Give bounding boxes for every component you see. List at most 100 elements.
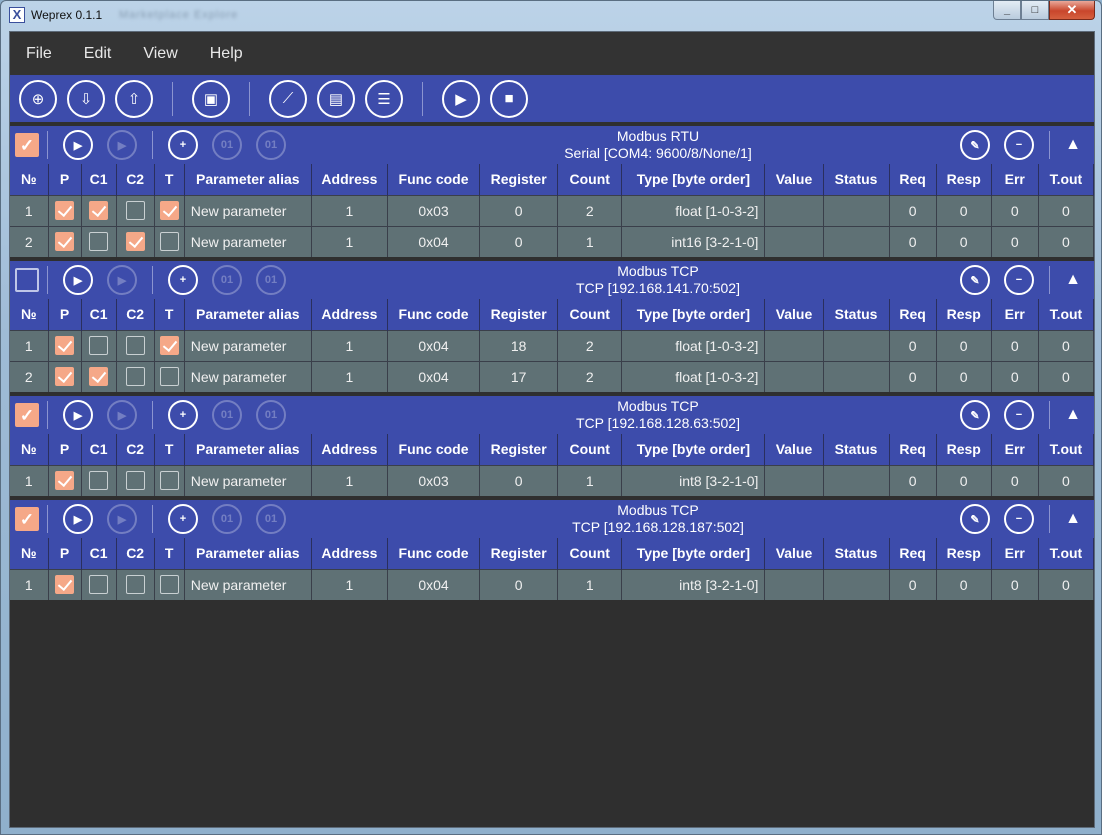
edit-parameter-icon[interactable]: 01	[256, 400, 286, 430]
column-header[interactable]: C2	[116, 538, 155, 569]
start-device-icon[interactable]: ▶	[63, 265, 93, 295]
start-device-icon[interactable]: ▶	[63, 504, 93, 534]
poll-cell[interactable]	[48, 329, 82, 361]
start-device-icon[interactable]: ▶	[63, 400, 93, 430]
column-header[interactable]: №	[10, 299, 49, 330]
table-checkbox[interactable]	[159, 336, 179, 355]
column-header[interactable]: T	[154, 299, 185, 330]
start-device-icon[interactable]: ▶	[63, 130, 93, 160]
chart1-cell[interactable]	[81, 464, 117, 496]
column-header[interactable]: Status	[823, 538, 890, 569]
chart2-cell[interactable]	[116, 464, 155, 496]
column-header[interactable]: C1	[81, 299, 117, 330]
device-settings-icon[interactable]: ✎	[960, 504, 990, 534]
chart1-cell[interactable]	[81, 225, 117, 257]
column-header[interactable]: C1	[81, 164, 117, 195]
column-header[interactable]: Type [byte order]	[621, 299, 766, 330]
stop-device-icon[interactable]: ▶	[107, 130, 137, 160]
menu-help[interactable]: Help	[194, 32, 259, 75]
chart-view-icon[interactable]: ⟋	[269, 79, 307, 118]
table-row[interactable]: 2 New parameter 1 0x04 17 2 float [1-0-3-2] 0 0 0…	[10, 360, 1094, 392]
table-checkbox[interactable]	[159, 575, 179, 595]
column-header[interactable]: №	[10, 538, 49, 569]
column-header[interactable]: Address	[311, 299, 388, 330]
column-header[interactable]: Resp	[936, 538, 992, 569]
column-header[interactable]: Req	[889, 538, 937, 569]
stop-device-icon[interactable]: ▶	[107, 400, 137, 430]
menu-view[interactable]: View	[127, 32, 193, 75]
minimize-button[interactable]: _	[993, 1, 1021, 20]
start-polling-icon[interactable]: ▶	[442, 79, 480, 118]
table-row[interactable]: 1 New parameter 1 0x04 0 1 int8 [3-2-1-0] 0 0 0 0	[10, 568, 1094, 600]
table-cell[interactable]	[154, 568, 185, 600]
add-parameter-icon[interactable]: +	[168, 504, 198, 534]
column-header[interactable]: Register	[479, 434, 559, 465]
column-header[interactable]: Resp	[936, 434, 992, 465]
column-header[interactable]: Req	[889, 434, 937, 465]
poll-cell[interactable]	[48, 225, 82, 257]
edit-parameter-icon[interactable]: 01	[256, 130, 286, 160]
chart2-cell[interactable]	[116, 225, 155, 257]
column-header[interactable]: Parameter alias	[184, 299, 312, 330]
table-cell[interactable]	[154, 360, 185, 392]
group-enable-checkbox[interactable]: ✓	[15, 133, 39, 157]
add-device-icon[interactable]: ▣	[192, 79, 230, 118]
column-header[interactable]: Resp	[936, 299, 992, 330]
chart1-checkbox[interactable]	[89, 336, 109, 355]
table-cell[interactable]	[154, 194, 185, 226]
column-header[interactable]: T.out	[1038, 299, 1094, 330]
column-header[interactable]: Status	[823, 164, 890, 195]
chart2-checkbox[interactable]	[125, 201, 145, 220]
chart2-cell[interactable]	[116, 194, 155, 226]
column-header[interactable]: Type [byte order]	[621, 164, 766, 195]
column-header[interactable]: Status	[823, 299, 890, 330]
delete-device-icon[interactable]: −	[1004, 130, 1034, 160]
column-header[interactable]: Count	[557, 164, 623, 195]
chart2-checkbox[interactable]	[125, 232, 145, 252]
column-header[interactable]: C2	[116, 164, 155, 195]
chart2-checkbox[interactable]	[125, 575, 145, 595]
column-header[interactable]: Value	[764, 299, 824, 330]
stop-polling-icon[interactable]: ■	[490, 79, 528, 118]
table-view-icon[interactable]: ▤	[317, 79, 355, 118]
poll-checkbox[interactable]	[55, 336, 75, 355]
poll-checkbox[interactable]	[55, 201, 75, 220]
open-project-icon[interactable]: ⇩	[67, 79, 105, 118]
chart1-checkbox[interactable]	[89, 471, 109, 491]
chart1-cell[interactable]	[81, 360, 117, 392]
delete-device-icon[interactable]: −	[1004, 265, 1034, 295]
table-row[interactable]: 1 New parameter 1 0x03 0 2 float [1-0-3-2] 0 0 0 0	[10, 194, 1094, 226]
stop-device-icon[interactable]: ▶	[107, 265, 137, 295]
column-header[interactable]: Func code	[387, 434, 481, 465]
chart1-cell[interactable]	[81, 329, 117, 361]
column-header[interactable]: Err	[991, 538, 1039, 569]
collapse-group-button[interactable]: ▲	[1058, 510, 1088, 528]
poll-cell[interactable]	[48, 568, 82, 600]
column-header[interactable]: P	[48, 164, 82, 195]
new-project-icon[interactable]: ⊕	[19, 79, 57, 118]
column-header[interactable]: Resp	[936, 164, 992, 195]
poll-checkbox[interactable]	[55, 471, 75, 491]
column-header[interactable]: Register	[479, 538, 559, 569]
table-row[interactable]: 1 New parameter 1 0x03 0 1 int8 [3-2-1-0] 0 0 0 0	[10, 464, 1094, 496]
maximize-button[interactable]: □	[1021, 1, 1049, 20]
table-cell[interactable]	[154, 225, 185, 257]
column-header[interactable]: Value	[764, 538, 824, 569]
column-header[interactable]: Status	[823, 434, 890, 465]
poll-checkbox[interactable]	[55, 367, 75, 387]
table-cell[interactable]	[154, 464, 185, 496]
table-checkbox[interactable]	[159, 232, 179, 252]
column-header[interactable]: №	[10, 164, 49, 195]
column-header[interactable]: Func code	[387, 164, 481, 195]
collapse-group-button[interactable]: ▲	[1058, 136, 1088, 154]
poll-checkbox[interactable]	[55, 575, 75, 595]
column-header[interactable]: T	[154, 164, 185, 195]
column-header[interactable]: C2	[116, 299, 155, 330]
remove-parameter-icon[interactable]: 01	[212, 130, 242, 160]
column-header[interactable]: Value	[764, 434, 824, 465]
stop-device-icon[interactable]: ▶	[107, 504, 137, 534]
table-checkbox[interactable]	[159, 471, 179, 491]
column-header[interactable]: P	[48, 299, 82, 330]
table-cell[interactable]	[154, 329, 185, 361]
poll-cell[interactable]	[48, 360, 82, 392]
